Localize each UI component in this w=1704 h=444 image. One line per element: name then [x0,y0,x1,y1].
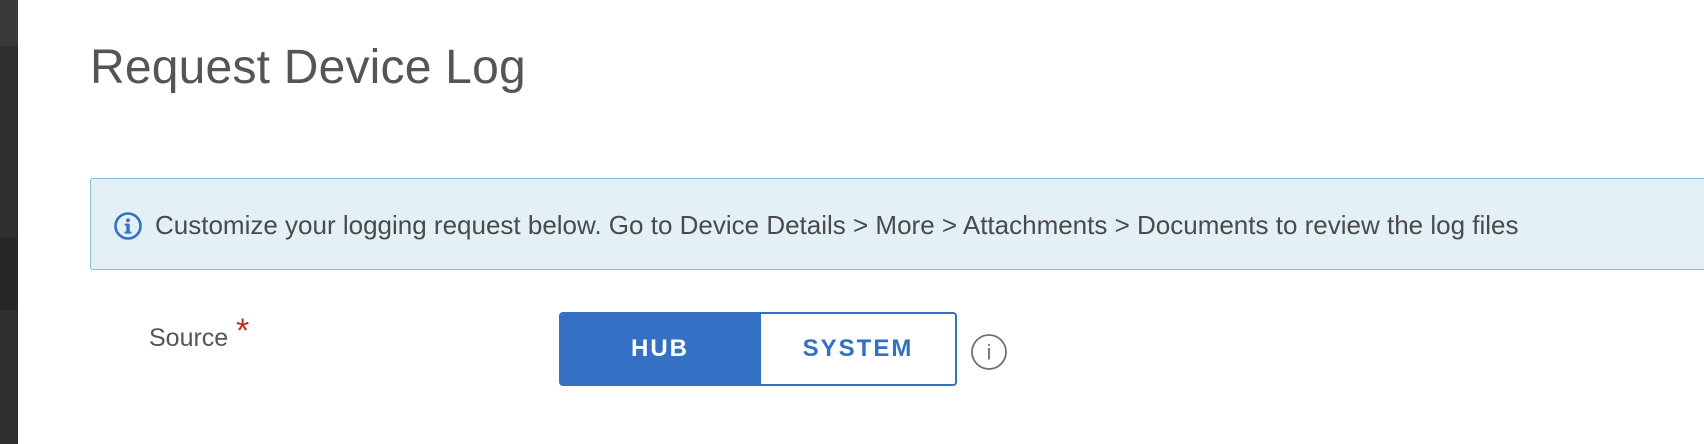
source-option-hub[interactable]: HUB [561,314,759,384]
dialog-title: Request Device Log [90,41,526,94]
help-icon-glyph: i [987,342,992,365]
background-overlay-band [0,238,18,310]
info-outline-icon[interactable]: i [970,333,1008,371]
info-circle-icon [114,212,142,240]
required-indicator: * [236,312,250,350]
info-banner-message: Customize your logging request below. Go… [155,210,1519,240]
background-overlay-band [0,0,18,46]
background-overlay [0,0,18,444]
source-option-system[interactable]: SYSTEM [759,314,955,384]
source-label: Source [149,324,229,352]
info-banner: Customize your logging request below. Go… [90,178,1704,270]
source-segmented-control: HUB SYSTEM [559,312,957,386]
request-device-log-dialog: Request Device Log Customize your loggin… [18,0,1704,444]
